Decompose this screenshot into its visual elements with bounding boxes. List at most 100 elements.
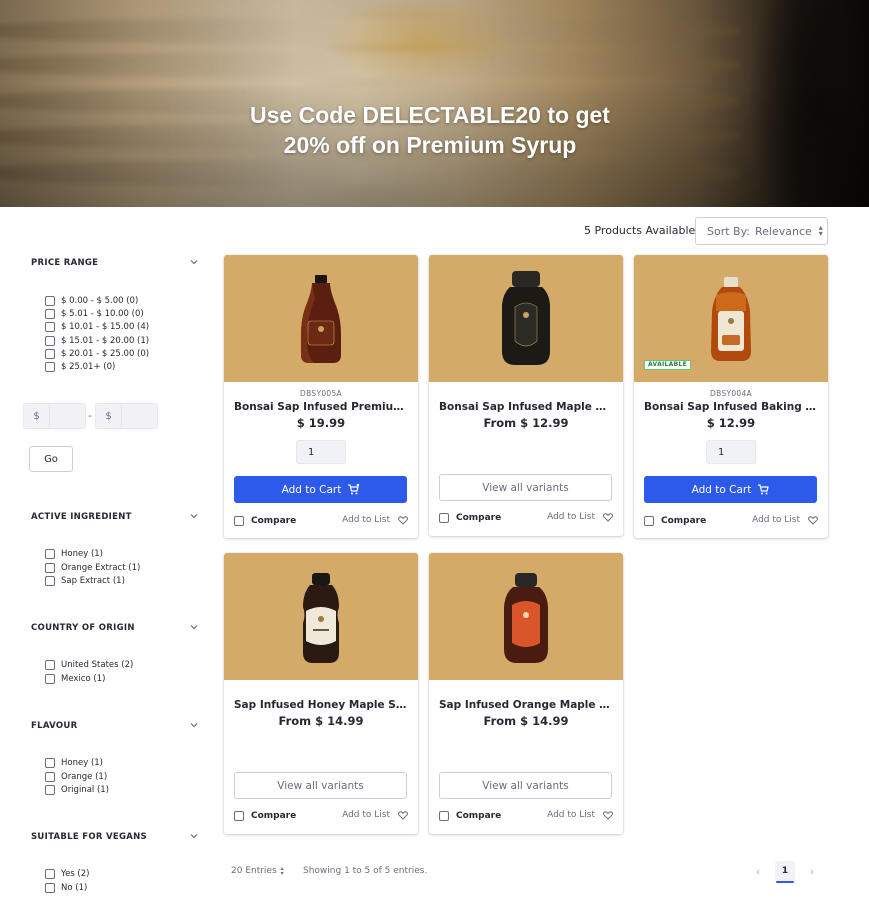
add-to-list-button[interactable]: Add to List	[752, 515, 818, 525]
checkbox[interactable]	[45, 868, 55, 879]
chevron-down-icon	[190, 258, 198, 266]
filter-option[interactable]: Mexico (1)	[45, 673, 105, 684]
checkbox[interactable]	[45, 784, 55, 795]
filter-option[interactable]: Yes (2)	[45, 868, 89, 879]
filter-option[interactable]: No (1)	[45, 882, 87, 893]
view-all-variants-button[interactable]: View all variants	[439, 772, 612, 799]
filter-option[interactable]: Honey (1)	[45, 757, 103, 768]
checkbox[interactable]	[45, 348, 55, 359]
checkbox[interactable]	[45, 757, 55, 768]
checkbox[interactable]	[45, 771, 55, 782]
entries-per-page-dropdown[interactable]: 20 Entries ▴ ▾	[231, 866, 284, 877]
checkbox[interactable]	[45, 562, 55, 573]
product-name[interactable]: Bonsai Sap Infused Premium Syrup	[234, 401, 408, 413]
add-to-list-button[interactable]: Add to List	[547, 810, 613, 820]
facet-suitable-for-vegans-toggle[interactable]: SUITABLE FOR VEGANS	[31, 832, 198, 846]
max-price-field[interactable]: $	[95, 403, 158, 429]
checkbox[interactable]	[45, 308, 55, 319]
filter-option[interactable]: Orange Extract (1)	[45, 562, 140, 573]
checkbox[interactable]	[45, 673, 55, 684]
facet-price-range-toggle[interactable]: PRICE RANGE	[31, 258, 198, 272]
sort-label: Sort By:	[707, 224, 751, 238]
filter-option-label: $ 25.01+ (0)	[61, 361, 116, 372]
product-name[interactable]: Bonsai Sap Infused Maple Syrup	[439, 401, 613, 413]
product-name[interactable]: Bonsai Sap Infused Baking Syrup	[644, 401, 818, 413]
compare-label: Compare	[251, 811, 297, 821]
product-card[interactable]: Sap Infused Orange Maple Syrup From $ 14…	[429, 553, 623, 834]
product-name[interactable]: Sap Infused Orange Maple Syrup	[439, 699, 613, 711]
filter-option[interactable]: Orange (1)	[45, 771, 107, 782]
add-to-list-button[interactable]: Add to List	[342, 515, 408, 525]
filter-option-label: $ 15.01 - $ 20.00 (1)	[61, 335, 150, 346]
min-price-field[interactable]: $	[23, 403, 86, 429]
add-to-cart-button[interactable]: Add to Cart	[234, 476, 407, 503]
product-image[interactable]	[224, 553, 418, 680]
product-image[interactable]	[429, 553, 623, 680]
chevron-left-icon[interactable]: ‹	[751, 864, 765, 878]
checkbox[interactable]	[234, 516, 244, 526]
price-separator: -	[88, 409, 92, 422]
compare-toggle[interactable]: Compare	[644, 516, 706, 526]
filter-option[interactable]: $ 10.01 - $ 15.00 (4)	[45, 321, 149, 332]
filter-option[interactable]: United States (2)	[45, 659, 133, 670]
quantity-input[interactable]: 1	[706, 440, 756, 464]
product-image[interactable]	[224, 255, 418, 382]
add-to-list-button[interactable]: Add to List	[342, 810, 408, 820]
compare-toggle[interactable]: Compare	[439, 811, 501, 821]
product-card[interactable]: AVAILABLE DBSY004A Bonsai Sap Infused Ba…	[634, 255, 828, 538]
add-to-cart-label: Add to Cart	[691, 483, 752, 496]
facet-active-ingredient-toggle[interactable]: ACTIVE INGREDIENT	[31, 512, 198, 526]
product-image[interactable]	[429, 255, 623, 382]
chevron-right-icon[interactable]: ›	[805, 864, 819, 878]
filter-option[interactable]: Original (1)	[45, 784, 109, 795]
filter-option-label: $ 5.01 - $ 10.00 (0)	[61, 308, 144, 319]
checkbox[interactable]	[644, 516, 654, 526]
add-to-list-label: Add to List	[342, 515, 390, 525]
quantity-input[interactable]: 1	[296, 440, 346, 464]
product-image[interactable]: AVAILABLE	[634, 255, 828, 382]
product-card[interactable]: Sap Infused Honey Maple Syrup From $ 14.…	[224, 553, 418, 834]
product-name[interactable]: Sap Infused Honey Maple Syrup	[234, 699, 408, 711]
checkbox[interactable]	[45, 295, 55, 306]
product-card[interactable]: DBSY005A Bonsai Sap Infused Premium Syru…	[224, 255, 418, 538]
sort-dropdown[interactable]: Sort By: Relevance ▴ ▾	[695, 217, 828, 245]
view-all-variants-button[interactable]: View all variants	[234, 772, 407, 799]
chevron-down-icon	[190, 832, 198, 840]
compare-toggle[interactable]: Compare	[234, 811, 296, 821]
add-to-cart-button[interactable]: Add to Cart	[644, 476, 817, 503]
compare-toggle[interactable]: Compare	[439, 513, 501, 523]
chevron-down-icon	[190, 721, 198, 729]
compare-toggle[interactable]: Compare	[234, 516, 296, 526]
product-card[interactable]: Bonsai Sap Infused Maple Syrup From $ 12…	[429, 255, 623, 536]
filter-option[interactable]: Honey (1)	[45, 548, 103, 559]
checkbox[interactable]	[45, 321, 55, 332]
max-price-input[interactable]	[122, 404, 157, 428]
checkbox[interactable]	[45, 575, 55, 586]
facet-country-of-origin-toggle[interactable]: COUNTRY OF ORIGIN	[31, 623, 198, 637]
checkbox[interactable]	[439, 811, 449, 821]
filter-option[interactable]: $ 15.01 - $ 20.00 (1)	[45, 335, 149, 346]
go-button[interactable]: Go	[29, 446, 73, 472]
min-price-input[interactable]	[50, 404, 85, 428]
filter-option[interactable]: $ 20.01 - $ 25.00 (0)	[45, 348, 149, 359]
filter-option[interactable]: $ 25.01+ (0)	[45, 361, 115, 372]
add-to-list-button[interactable]: Add to List	[547, 512, 613, 522]
compare-label: Compare	[251, 516, 297, 526]
checkbox[interactable]	[45, 335, 55, 346]
checkbox[interactable]	[45, 882, 55, 893]
filter-option[interactable]: Sap Extract (1)	[45, 575, 125, 586]
filter-option[interactable]: $ 0.00 - $ 5.00 (0)	[45, 295, 138, 306]
checkbox[interactable]	[45, 361, 55, 372]
pagination-summary: Showing 1 to 5 of 5 entries.	[303, 866, 428, 876]
checkbox[interactable]	[45, 548, 55, 559]
facet-flavour-toggle[interactable]: FLAVOUR	[31, 721, 198, 735]
filter-option[interactable]: $ 5.01 - $ 10.00 (0)	[45, 308, 144, 319]
checkbox[interactable]	[45, 659, 55, 670]
facet-title: FLAVOUR	[31, 721, 78, 731]
checkbox[interactable]	[439, 513, 449, 523]
checkbox[interactable]	[234, 811, 244, 821]
currency-prefix: $	[96, 404, 122, 428]
page-number-current[interactable]: 1	[775, 861, 795, 883]
facet-title: COUNTRY OF ORIGIN	[31, 623, 135, 633]
view-all-variants-button[interactable]: View all variants	[439, 474, 612, 501]
